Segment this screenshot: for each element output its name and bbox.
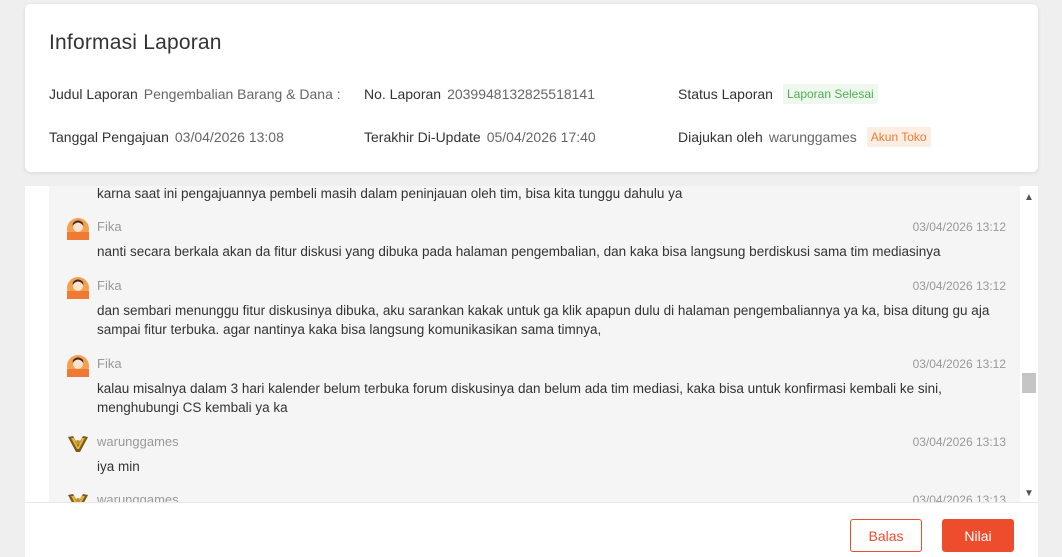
message-sender: warunggames xyxy=(97,434,179,449)
report-title-field: Judul Laporan Pengembalian Barang & Dana… xyxy=(49,86,341,102)
chat-message: Fika 03/04/2026 13:12 nanti secara berka… xyxy=(49,218,1006,259)
submit-date-field: Tanggal Pengajuan 03/04/2026 13:08 xyxy=(49,129,284,145)
chat-message: Fika 03/04/2026 13:12 kalau misalnya dal… xyxy=(49,355,1006,415)
agent-avatar-icon xyxy=(67,277,89,299)
report-number-label: No. Laporan xyxy=(364,86,442,102)
message-text: iya min xyxy=(97,459,140,474)
chat-message: warunggames 03/04/2026 13:13 iya min xyxy=(49,433,1006,474)
scroll-down-icon[interactable]: ▼ xyxy=(1023,488,1035,500)
submit-date-label: Tanggal Pengajuan xyxy=(49,129,169,145)
last-update-value: 05/04/2026 17:40 xyxy=(486,129,596,145)
message-time: 03/04/2026 13:12 xyxy=(912,220,1006,234)
reply-button[interactable]: Balas xyxy=(850,519,922,552)
last-update-field: Terakhir Di-Update 05/04/2026 17:40 xyxy=(364,129,596,145)
report-info-card: Informasi Laporan Judul Laporan Pengemba… xyxy=(25,4,1038,172)
submitted-by-field: Diajukan oleh warunggames Akun Toko xyxy=(678,127,931,147)
chat-message: warunggames 03/04/2026 13:13 xyxy=(49,491,1006,502)
message-time: 03/04/2026 13:13 xyxy=(912,435,1006,449)
report-number-value: 2039948132825518141 xyxy=(447,86,595,102)
message-time: 03/04/2026 13:13 xyxy=(912,493,1006,502)
account-type-badge: Akun Toko xyxy=(866,127,931,147)
rate-button[interactable]: Nilai xyxy=(942,519,1014,552)
shop-logo-icon xyxy=(68,436,88,452)
scroll-up-icon[interactable]: ▲ xyxy=(1023,192,1035,204)
message-text: karna saat ini pengajuannya pembeli masi… xyxy=(97,186,683,201)
chat-message: Fika 03/04/2026 13:12 dan sembari menung… xyxy=(49,277,1006,337)
message-text: kalau misalnya dalam 3 hari kalender bel… xyxy=(97,381,942,415)
scroll-thumb[interactable] xyxy=(1022,373,1036,393)
submitted-by-value: warunggames xyxy=(768,129,857,145)
message-sender: Fika xyxy=(97,356,122,371)
last-update-label: Terakhir Di-Update xyxy=(364,129,481,145)
action-footer: Balas Nilai xyxy=(25,502,1038,557)
chat-history[interactable]: karna saat ini pengajuannya pembeli masi… xyxy=(49,186,1026,502)
message-text: nanti secara berkala akan da fitur disku… xyxy=(97,244,941,259)
agent-avatar-icon xyxy=(67,218,89,240)
chat-message: karna saat ini pengajuannya pembeli masi… xyxy=(49,186,1006,204)
message-time: 03/04/2026 13:12 xyxy=(912,357,1006,371)
status-badge: Laporan Selesai xyxy=(782,84,878,104)
message-time: 03/04/2026 13:12 xyxy=(912,279,1006,293)
shop-logo-icon xyxy=(68,494,88,502)
report-info-title: Informasi Laporan xyxy=(49,31,222,54)
chat-scrollbar[interactable]: ▲ ▼ xyxy=(1020,186,1038,502)
report-title-value: Pengembalian Barang & Dana : xyxy=(143,86,341,102)
message-sender: Fika xyxy=(97,278,122,293)
report-title-label: Judul Laporan xyxy=(49,86,138,102)
report-status-label: Status Laporan xyxy=(678,86,773,102)
agent-avatar-icon xyxy=(67,355,89,377)
message-sender: warunggames xyxy=(97,492,179,502)
message-sender: Fika xyxy=(97,219,122,234)
submit-date-value: 03/04/2026 13:08 xyxy=(174,129,284,145)
message-text: dan sembari menunggu fitur diskusinya di… xyxy=(97,303,990,337)
report-number-field: No. Laporan 2039948132825518141 xyxy=(364,86,595,102)
submitted-by-label: Diajukan oleh xyxy=(678,129,763,145)
report-status-field: Status Laporan Laporan Selesai xyxy=(678,84,878,104)
